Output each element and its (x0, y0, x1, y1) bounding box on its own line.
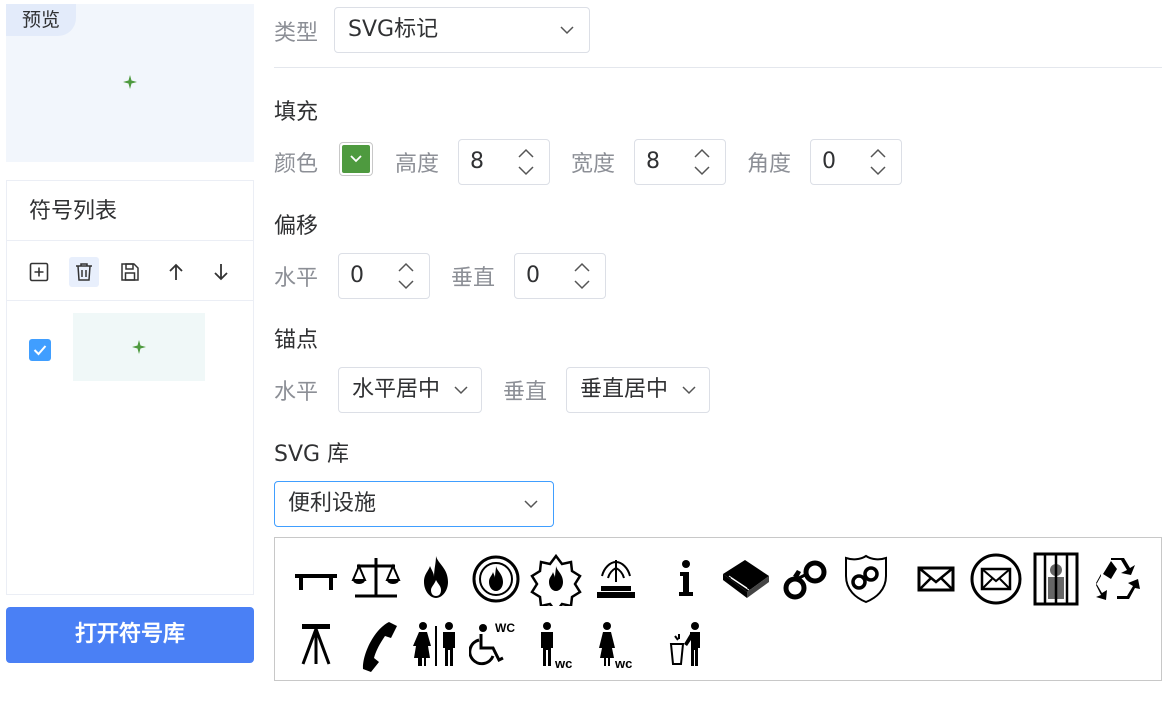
men-wc-icon[interactable]: wc (529, 618, 583, 672)
book-icon[interactable] (719, 552, 773, 606)
save-symbol-button[interactable] (115, 257, 145, 287)
anchor-vertical-select[interactable]: 垂直居中 (566, 367, 710, 413)
offset-vertical-input[interactable]: 0 (514, 253, 606, 299)
anchor-horizontal-value: 水平居中 (352, 377, 441, 402)
chevron-down-icon (524, 500, 538, 509)
prison-icon[interactable] (1029, 552, 1083, 606)
width-input[interactable]: 8 (634, 139, 726, 185)
height-value: 8 (470, 149, 484, 174)
restroom-icon[interactable] (409, 618, 463, 672)
height-input[interactable]: 8 (458, 139, 550, 185)
add-symbol-button[interactable] (24, 257, 54, 287)
symbol-list-item[interactable] (7, 313, 253, 383)
svg-text:wc: wc (554, 656, 572, 671)
delete-symbol-button[interactable] (69, 257, 99, 287)
mail-icon[interactable] (909, 552, 963, 606)
chevron-down-icon (682, 386, 696, 395)
divider (274, 67, 1162, 68)
svg-library-category-value: 便利设施 (288, 491, 377, 516)
fire-icon[interactable] (409, 552, 463, 606)
chevron-down-icon (454, 386, 468, 395)
anchor-horizontal-label: 水平 (274, 380, 319, 405)
svg-library-section-title: SVG 库 (274, 442, 350, 467)
stepper-icon[interactable] (517, 145, 535, 179)
arrow-down-icon (214, 264, 228, 281)
svg-library-category-select[interactable]: 便利设施 (274, 481, 554, 527)
symbol-checkbox[interactable] (29, 339, 51, 361)
fountain-icon[interactable] (589, 552, 643, 606)
angle-value: 0 (822, 149, 836, 174)
preview-symbol-icon (123, 75, 137, 89)
recycle-icon[interactable] (1089, 552, 1143, 606)
svg-text:WC: WC (495, 621, 515, 635)
offset-horizontal-label: 水平 (274, 266, 319, 291)
anchor-horizontal-select[interactable]: 水平居中 (338, 367, 482, 413)
arrow-up-icon (169, 263, 183, 280)
fire-department-alt-icon[interactable] (529, 552, 583, 615)
svg-library-grid: WC wc wc (274, 537, 1162, 681)
color-swatch (342, 145, 370, 173)
offset-horizontal-value: 0 (350, 263, 364, 288)
move-down-button[interactable] (206, 257, 236, 287)
chevron-down-icon (560, 26, 574, 35)
telephone-icon[interactable] (349, 618, 403, 672)
tripod-icon[interactable] (289, 618, 343, 672)
fire-department-icon[interactable] (469, 552, 523, 606)
offset-horizontal-input[interactable]: 0 (338, 253, 430, 299)
check-icon (33, 345, 47, 356)
angle-label: 角度 (747, 152, 792, 177)
color-label: 颜色 (274, 152, 319, 177)
table-icon[interactable] (289, 552, 343, 606)
symbol-thumbnail (73, 313, 205, 381)
anchor-vertical-label: 垂直 (503, 380, 548, 405)
width-value: 8 (646, 149, 660, 174)
symbol-list-title: 符号列表 (7, 181, 253, 241)
women-wc-icon[interactable]: wc (589, 618, 643, 672)
anchor-vertical-value: 垂直居中 (580, 377, 669, 402)
offset-vertical-value: 0 (526, 263, 540, 288)
svg-text:wc: wc (614, 656, 632, 671)
accessible-wc-icon[interactable]: WC (468, 618, 523, 672)
preview-panel: 预览 (6, 4, 254, 162)
offset-vertical-label: 垂直 (451, 266, 496, 291)
fill-section-title: 填充 (274, 100, 319, 125)
width-label: 宽度 (571, 152, 616, 177)
stepper-icon[interactable] (397, 259, 415, 293)
save-icon (121, 263, 139, 281)
open-symbol-library-button[interactable]: 打开符号库 (6, 607, 254, 663)
trash-icon (76, 263, 92, 281)
litter-bin-icon[interactable] (659, 618, 713, 672)
stepper-icon[interactable] (693, 145, 711, 179)
symbol-thumbnail-icon (132, 340, 146, 354)
height-label: 高度 (395, 152, 440, 177)
type-select-value: SVG标记 (348, 17, 439, 42)
offset-section-title: 偏移 (274, 214, 319, 239)
anchor-section-title: 锚点 (274, 328, 319, 353)
stepper-icon[interactable] (573, 259, 591, 293)
color-picker[interactable] (339, 142, 373, 176)
add-icon (29, 262, 49, 282)
scales-icon[interactable] (349, 552, 403, 606)
move-up-button[interactable] (161, 257, 191, 287)
mail-circle-icon[interactable] (969, 552, 1023, 606)
symbol-toolbar (7, 241, 253, 301)
angle-input[interactable]: 0 (810, 139, 902, 185)
type-label: 类型 (274, 21, 319, 46)
chevron-down-icon (350, 155, 362, 163)
info-icon[interactable] (659, 552, 713, 606)
type-select[interactable]: SVG标记 (334, 7, 590, 53)
police-badge-icon[interactable] (839, 552, 893, 606)
symbol-list-panel: 符号列表 (6, 180, 254, 595)
handcuffs-icon[interactable] (779, 552, 833, 606)
preview-tab: 预览 (6, 4, 76, 36)
stepper-icon[interactable] (869, 145, 887, 179)
